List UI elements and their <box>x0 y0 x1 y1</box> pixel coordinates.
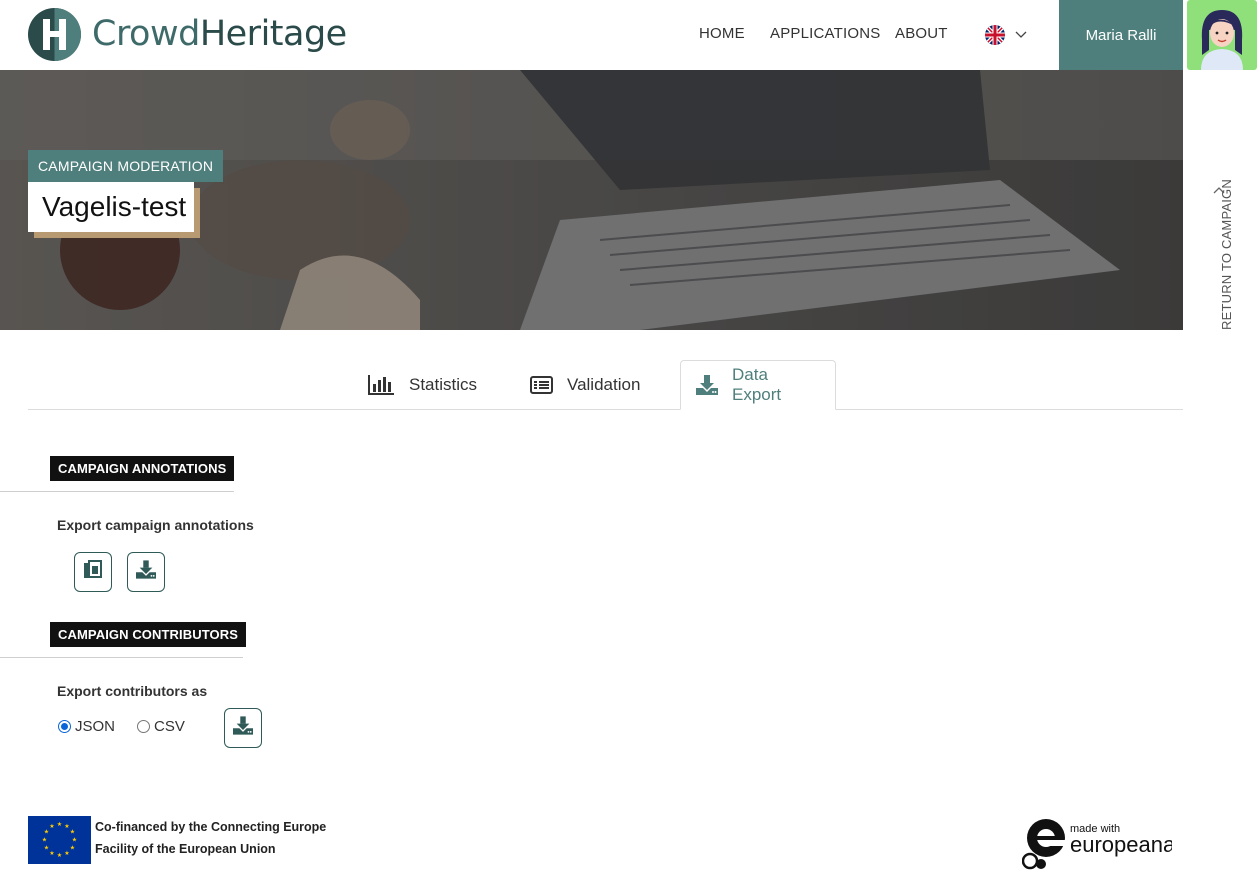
radio-json-input[interactable] <box>58 720 71 733</box>
radio-json-label: JSON <box>75 718 116 735</box>
radio-csv-label: CSV <box>154 718 185 735</box>
section-divider <box>0 657 243 658</box>
export-contributors-subtitle: Export contributors as <box>57 683 208 699</box>
svg-text:★: ★ <box>64 850 69 857</box>
avatar[interactable] <box>1183 0 1260 70</box>
radio-json[interactable]: JSON <box>58 718 115 735</box>
language-selector[interactable] <box>985 25 1033 45</box>
copy-icon <box>83 559 103 585</box>
tab-statistics[interactable]: Statistics <box>368 360 477 410</box>
download-annotations-button[interactable] <box>127 552 165 592</box>
page-title: Vagelis-test <box>28 182 194 232</box>
download-icon <box>233 716 253 740</box>
download-icon <box>136 560 156 584</box>
return-to-campaign-label[interactable]: RETURN TO CAMPAIGN <box>1219 179 1234 330</box>
download-contributors-button[interactable] <box>224 708 262 748</box>
svg-text:★: ★ <box>49 823 54 830</box>
tab-validation[interactable]: Validation <box>530 360 640 410</box>
bar-chart-icon <box>368 375 395 395</box>
hero-banner: CAMPAIGN MODERATION Vagelis-test <box>0 70 1183 330</box>
logo-text: CrowdHeritage <box>92 14 347 54</box>
eu-cofinance-line1: Co-financed by the Connecting Europe <box>95 820 327 834</box>
campaign-contributors-heading: CAMPAIGN CONTRIBUTORS <box>50 622 247 647</box>
campaign-moderation-label: CAMPAIGN MODERATION <box>28 150 224 182</box>
list-icon <box>530 376 553 394</box>
logo-mark-icon <box>28 8 81 61</box>
europeana-big-text: europeana <box>1070 832 1172 857</box>
radio-csv-input[interactable] <box>137 720 150 733</box>
user-menu[interactable]: Maria Ralli <box>1059 0 1183 70</box>
svg-text:★: ★ <box>72 837 77 844</box>
eu-cofinance-line2: Facility of the European Union <box>95 842 276 856</box>
svg-text:★: ★ <box>49 850 54 857</box>
nav-applications[interactable]: APPLICATIONS <box>770 25 880 42</box>
nav-about[interactable]: ABOUT <box>895 25 948 42</box>
eu-flag-icon: ★ ★ ★ ★ ★ ★ ★ ★ ★ ★ ★ ★ <box>28 816 91 864</box>
tab-validation-label: Validation <box>567 375 641 394</box>
campaign-annotations-heading: CAMPAIGN ANNOTATIONS <box>50 456 235 481</box>
svg-text:★: ★ <box>42 837 47 844</box>
download-icon <box>696 375 718 395</box>
tab-data-export[interactable]: Data Export <box>680 360 836 410</box>
tab-statistics-label: Statistics <box>409 375 478 394</box>
chevron-down-icon <box>1015 26 1027 44</box>
svg-text:★: ★ <box>70 845 75 852</box>
export-annotations-subtitle: Export campaign annotations <box>57 517 254 533</box>
radio-csv[interactable]: CSV <box>137 718 185 735</box>
site-header: CrowdHeritage HOME APPLICATIONS ABOUT Ma… <box>0 0 1260 70</box>
tab-data-export-label: Data Export <box>732 365 782 404</box>
hero-title-container: Vagelis-test <box>28 182 200 238</box>
user-name: Maria Ralli <box>1085 26 1157 44</box>
uk-flag-icon <box>985 25 1005 45</box>
svg-text:★: ★ <box>57 821 62 828</box>
svg-text:★: ★ <box>57 852 62 859</box>
svg-text:★: ★ <box>70 829 75 836</box>
copy-annotations-button[interactable] <box>74 552 112 592</box>
crowdheritage-logo[interactable]: CrowdHeritage <box>28 8 347 61</box>
section-divider <box>0 491 234 492</box>
made-with-europeana-logo[interactable]: made with europeana <box>1021 816 1176 872</box>
svg-text:★: ★ <box>44 845 49 852</box>
nav-home[interactable]: HOME <box>699 25 745 42</box>
